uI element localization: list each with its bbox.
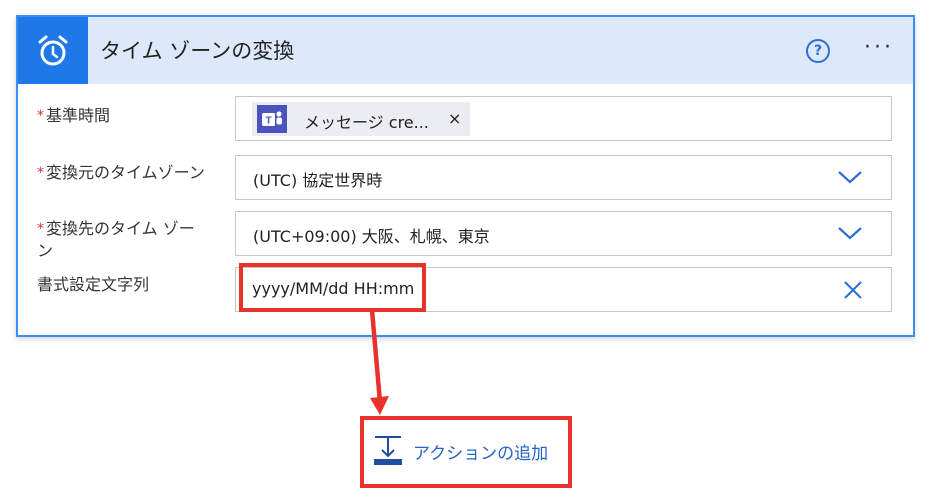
base-time-label: * 基準時間 [37,105,237,127]
dynamic-content-token[interactable]: T メッセージ cre... × [252,102,470,136]
destination-timezone-dropdown[interactable]: (UTC+09:00) 大阪、札幌、東京 [235,211,892,256]
red-arrow-annotation [369,310,389,415]
chevron-down-icon[interactable] [837,169,863,185]
token-remove-button[interactable]: × [448,109,461,128]
base-time-field[interactable]: T メッセージ cre... × [235,96,892,141]
destination-timezone-label: * 変換先のタイム ゾー ン [37,218,237,262]
card-title: タイム ゾーンの変換 [100,39,295,63]
chevron-down-icon[interactable] [837,225,863,241]
destination-timezone-label-line1: 変換先のタイム ゾー [46,219,195,238]
required-marker: * [37,165,44,181]
convert-time-zone-card: タイム ゾーンの変換 ? ··· * 基準時間 T メッセージ cre... × … [16,15,915,337]
teams-icon: T [257,105,287,133]
source-timezone-label: * 変換元のタイムゾーン [37,162,237,184]
more-options-icon[interactable]: ··· [864,35,894,60]
base-time-label-text: 基準時間 [46,106,111,125]
format-string-label: 書式設定文字列 [37,275,150,294]
help-icon[interactable]: ? [806,39,830,63]
source-timezone-dropdown[interactable]: (UTC) 協定世界時 [235,155,892,200]
token-label: メッセージ cre... [304,113,429,132]
clear-icon[interactable] [843,280,863,300]
source-timezone-value: (UTC) 協定世界時 [253,171,383,190]
add-action-label[interactable]: アクションの追加 [413,439,548,464]
svg-text:T: T [265,116,271,127]
required-marker: * [37,108,44,124]
card-header[interactable]: タイム ゾーンの変換 ? ··· [18,17,913,84]
destination-timezone-label-line2: ン [37,241,54,260]
source-timezone-label-text: 変換元のタイムゾーン [46,163,205,182]
insert-step-icon [374,436,402,465]
required-marker: * [37,221,44,237]
alarm-clock-icon [18,17,88,84]
add-action-button[interactable]: アクションの追加 [372,434,567,466]
highlight-box-format [239,263,426,312]
destination-timezone-value: (UTC+09:00) 大阪、札幌、東京 [253,227,490,246]
